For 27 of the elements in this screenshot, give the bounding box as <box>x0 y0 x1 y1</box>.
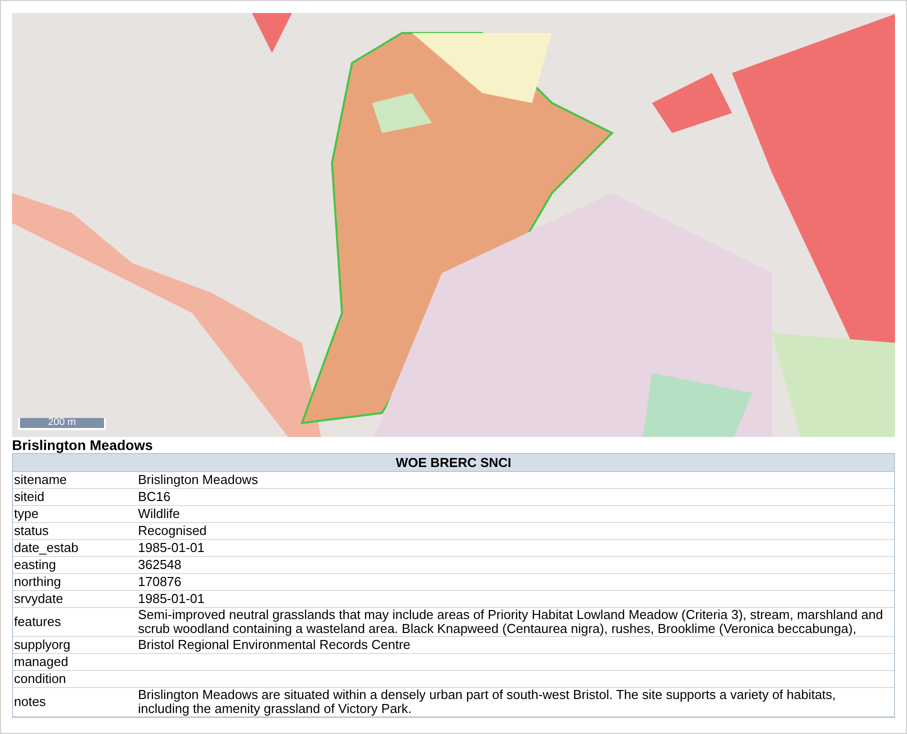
field-name: managed <box>13 654 70 670</box>
table-heading: WOE BRERC SNCI <box>13 454 894 472</box>
field-value: Brislington Meadows are situated within a densely urban part of south-west Bristol. The site supports a variety of habitats, including the amenity grassland of Victory Park. <box>138 688 837 716</box>
field-name: sitename <box>13 472 68 488</box>
field-value: BC16 <box>138 490 172 504</box>
field-name: notes <box>13 694 47 710</box>
field-name: condition <box>13 671 68 687</box>
field-name: easting <box>13 557 57 573</box>
scale-bar: 200 m <box>18 418 106 430</box>
field-name: date_estab <box>13 540 80 556</box>
field-value: Brislington Meadows <box>138 473 259 487</box>
field-value: 170876 <box>138 575 182 589</box>
field-value: Recognised <box>138 524 208 538</box>
field-name: status <box>13 523 50 539</box>
field-value: 1985-01-01 <box>138 541 206 555</box>
field-name: type <box>13 506 40 522</box>
field-name: supplyorg <box>13 637 72 653</box>
field-name: features <box>13 614 62 630</box>
field-name: siteid <box>13 489 46 505</box>
site-title: Brislington Meadows <box>12 437 154 453</box>
field-value: 362548 <box>138 558 182 572</box>
field-value: Bristol Regional Environmental Records Centre <box>138 638 412 652</box>
field-name: northing <box>13 574 62 590</box>
field-value: 1985-01-01 <box>138 592 206 606</box>
field-value: Wildlife <box>138 507 181 521</box>
field-value: Semi-improved neutral grasslands that may include areas of Priority Habitat Lowland Meadow (Criteria 3), stream, marshland and scrub woodland containing a wasteland area. Black Knapweed (Centaurea nigra), rushes, Brooklime (Veronica beccabunga), <box>138 608 884 636</box>
field-name: srvydate <box>13 591 64 607</box>
